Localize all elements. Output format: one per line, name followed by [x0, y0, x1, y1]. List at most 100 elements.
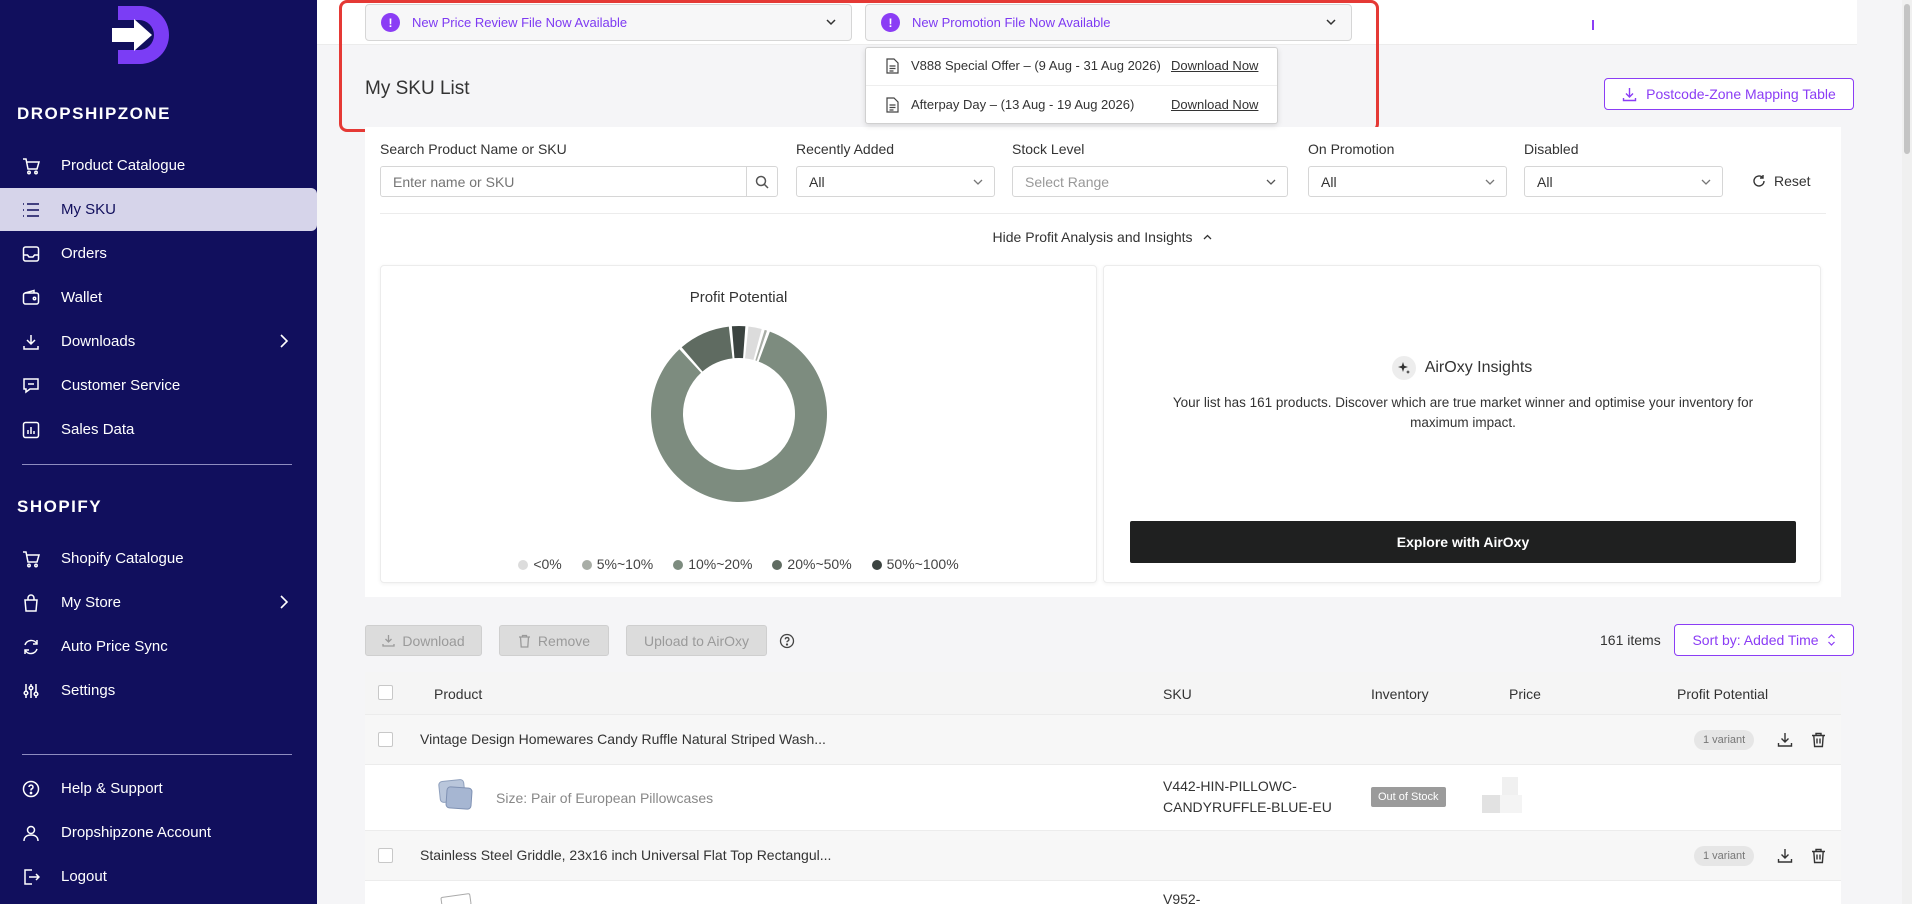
postcode-zone-mapping-button[interactable]: Postcode-Zone Mapping Table	[1604, 78, 1854, 110]
legend-label: 50%~100%	[886, 556, 959, 572]
variant-row[interactable]: V952-	[365, 880, 1841, 904]
select-all-checkbox[interactable]	[378, 685, 393, 700]
disabled-select[interactable]: All	[1524, 166, 1723, 197]
promotion-notice[interactable]: ! New Promotion File Now Available	[865, 4, 1352, 41]
col-price: Price	[1509, 686, 1541, 702]
sparkle-icon	[1391, 356, 1416, 380]
upload-airoxy-button[interactable]: Upload to AirOxy	[626, 625, 767, 656]
sync-icon	[20, 636, 42, 658]
reset-button[interactable]: Reset	[1752, 173, 1811, 189]
table-row[interactable]: Stainless Steel Griddle, 23x16 inch Univ…	[365, 830, 1841, 880]
search-input[interactable]	[381, 167, 751, 196]
nav-shopify-catalogue[interactable]: Shopify Catalogue	[0, 537, 317, 580]
help-icon	[20, 778, 42, 800]
logout-icon	[20, 866, 42, 888]
nav-label: Product Catalogue	[61, 157, 186, 174]
chevron-down-icon	[973, 179, 983, 185]
nav-product-catalogue[interactable]: Product Catalogue	[0, 144, 317, 187]
variant-sku-line2: CANDYRUFFLE-BLUE-EU	[1163, 799, 1332, 815]
nav-label: My SKU	[61, 201, 117, 218]
download-icon[interactable]	[1777, 732, 1793, 748]
reset-label: Reset	[1774, 173, 1811, 189]
document-icon	[886, 57, 899, 74]
donut-slice-50-100[interactable]	[731, 326, 746, 359]
nav-orders[interactable]: Orders	[0, 232, 317, 275]
col-product: Product	[434, 686, 483, 702]
nav-my-store[interactable]: My Store	[0, 581, 317, 624]
nav-sales-data[interactable]: Sales Data	[0, 408, 317, 451]
nav-wallet[interactable]: Wallet	[0, 276, 317, 319]
variant-row[interactable]: Size: Pair of European Pillowcases V442-…	[365, 764, 1841, 830]
sidebar-divider	[22, 464, 292, 465]
search-label: Search Product Name or SKU	[380, 141, 567, 157]
recently-added-select[interactable]: All	[796, 166, 995, 197]
stock-level-select[interactable]: Select Range	[1012, 166, 1288, 197]
chat-icon	[20, 375, 42, 397]
out-of-stock-badge: Out of Stock	[1371, 787, 1446, 807]
download-now-link[interactable]: Download Now	[1171, 97, 1258, 112]
page-scrollbar[interactable]	[1902, 0, 1912, 904]
promotion-file-item[interactable]: Afterpay Day – (13 Aug - 19 Aug 2026) Do…	[866, 89, 1277, 120]
scrollbar-thumb[interactable]	[1904, 4, 1910, 154]
chevron-up-icon	[1203, 234, 1212, 240]
page-title: My SKU List	[365, 78, 470, 99]
row-checkbox[interactable]	[378, 848, 393, 863]
search-box	[380, 166, 778, 197]
nav-dropshipzone-account[interactable]: Dropshipzone Account	[0, 811, 317, 854]
price-review-notice[interactable]: ! New Price Review File Now Available	[365, 4, 852, 41]
legend-label: 10%~20%	[688, 556, 753, 572]
cart-icon	[20, 548, 42, 570]
nav-customer-service[interactable]: Customer Service	[0, 364, 317, 407]
download-selected-button[interactable]: Download	[365, 625, 482, 656]
legend-swatch	[581, 560, 592, 570]
nav-auto-price-sync[interactable]: Auto Price Sync	[0, 625, 317, 668]
legend-label: 5%~10%	[596, 556, 654, 572]
trash-icon	[518, 634, 530, 648]
nav-settings[interactable]: Settings	[0, 669, 317, 712]
hide-analysis-toggle[interactable]: Hide Profit Analysis and Insights	[365, 229, 1841, 245]
variant-sku-line1: V442-HIN-PILLOWC-	[1163, 778, 1297, 794]
promotion-file-item[interactable]: V888 Special Offer – (9 Aug - 31 Aug 202…	[866, 50, 1277, 81]
nav-my-sku[interactable]: My SKU	[0, 188, 317, 231]
product-thumbnail[interactable]	[440, 892, 472, 904]
donut-slice-0[interactable]	[745, 326, 762, 360]
nav-label: Auto Price Sync	[61, 638, 168, 655]
col-inventory: Inventory	[1371, 686, 1429, 702]
on-promotion-select[interactable]: All	[1308, 166, 1507, 197]
help-icon[interactable]	[779, 633, 795, 649]
airoxy-insights-card: AirOxy Insights Your list has 161 produc…	[1103, 265, 1821, 583]
col-sku: SKU	[1163, 686, 1192, 702]
product-name[interactable]: Vintage Design Homewares Candy Ruffle Na…	[420, 731, 826, 747]
legend-label: <0%	[533, 556, 562, 572]
search-button[interactable]	[746, 167, 777, 196]
row-checkbox[interactable]	[378, 732, 393, 747]
product-thumbnail[interactable]	[437, 778, 473, 812]
info-icon: !	[881, 13, 900, 32]
trash-icon[interactable]	[1811, 732, 1826, 748]
nav-logout[interactable]: Logout	[0, 855, 317, 898]
dropshipzone-logo[interactable]	[108, 2, 172, 68]
variant-badge: 1 variant	[1694, 846, 1755, 866]
legend-item-10-20: 10%~20%	[673, 556, 752, 572]
info-icon: !	[381, 13, 400, 32]
download-now-link[interactable]: Download Now	[1171, 58, 1258, 73]
nav-label: Sales Data	[61, 421, 135, 438]
chevron-right-icon	[280, 334, 289, 348]
nav-label: Orders	[61, 245, 107, 262]
nav-help-support[interactable]: Help & Support	[0, 767, 317, 810]
promotion-file-name: V888 Special Offer – (9 Aug - 31 Aug 202…	[911, 58, 1161, 73]
sidebar: DROPSHIPZONE Product Catalogue My SKU Or…	[0, 0, 317, 904]
product-name[interactable]: Stainless Steel Griddle, 23x16 inch Univ…	[420, 847, 831, 863]
document-icon	[886, 96, 899, 113]
trash-icon[interactable]	[1811, 848, 1826, 864]
download-icon[interactable]	[1777, 848, 1793, 864]
main-content: ! New Price Review File Now Available ! …	[317, 0, 1912, 904]
remove-label: Remove	[537, 632, 591, 649]
legend-item-5-10: 5%~10%	[581, 556, 654, 572]
nav-downloads[interactable]: Downloads	[0, 320, 317, 363]
sort-select[interactable]: Sort by: Added Time	[1674, 624, 1854, 656]
section-title-shopify: SHOPIFY	[17, 497, 103, 516]
explore-airoxy-button[interactable]: Explore with AirOxy	[1130, 521, 1796, 563]
remove-selected-button[interactable]: Remove	[499, 625, 609, 656]
table-row[interactable]: Vintage Design Homewares Candy Ruffle Na…	[365, 714, 1841, 764]
